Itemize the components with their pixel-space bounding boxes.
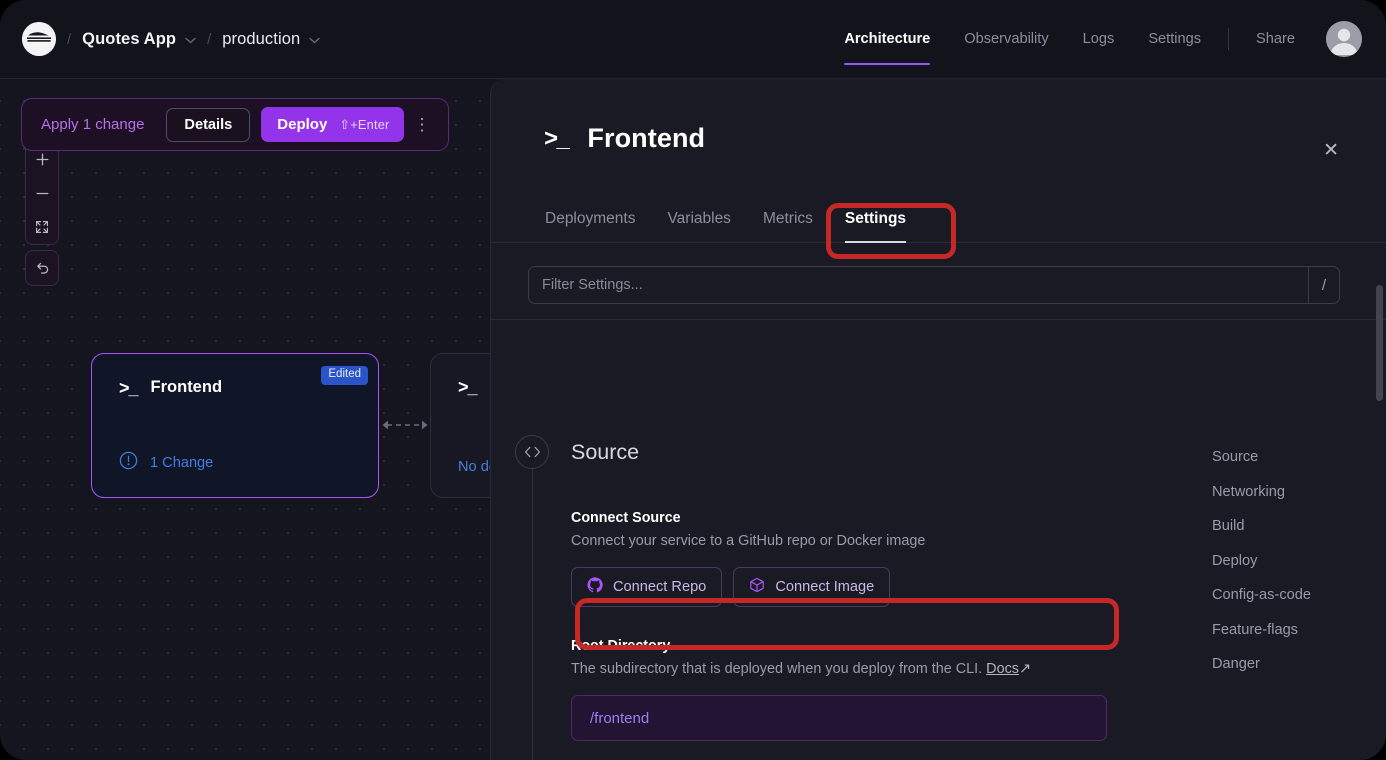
details-button[interactable]: Details xyxy=(166,107,251,142)
service-node-frontend[interactable]: Edited >_ Frontend 1 Change xyxy=(91,353,379,498)
root-directory-field: Root Directory The subdirectory that is … xyxy=(571,638,1107,741)
side-nav-item-source[interactable]: Source xyxy=(1212,449,1386,465)
connect-repo-label: Connect Repo xyxy=(613,579,707,595)
breadcrumb-project-label: Quotes App xyxy=(82,29,177,48)
breadcrumb-environment-label: production xyxy=(222,29,301,48)
tab-settings[interactable]: Settings xyxy=(829,210,922,243)
root-directory-description-text: The subdirectory that is deployed when y… xyxy=(571,661,983,677)
section-title: Source xyxy=(571,439,640,464)
terminal-icon: >_ xyxy=(119,377,139,398)
status-badge: Edited xyxy=(321,366,368,385)
connect-repo-button[interactable]: Connect Repo xyxy=(571,567,723,607)
side-nav-item-networking[interactable]: Networking xyxy=(1212,484,1386,500)
kebab-menu-icon[interactable]: ⋮ xyxy=(404,116,439,133)
apply-changes-toolbar: Apply 1 change Details Deploy ⇧+Enter ⋮ xyxy=(21,98,450,151)
side-nav-item-build[interactable]: Build xyxy=(1212,518,1386,534)
node-connection-edge xyxy=(382,420,428,430)
side-nav-item-danger[interactable]: Danger xyxy=(1212,656,1386,672)
code-brackets-icon xyxy=(515,435,549,469)
connect-source-field: Connect Source Connect your service to a… xyxy=(515,469,1107,741)
tab-deployments[interactable]: Deployments xyxy=(529,210,651,242)
breadcrumb-separator-2: / xyxy=(207,30,212,48)
nav-divider xyxy=(1228,28,1230,50)
connect-image-button[interactable]: Connect Image xyxy=(733,567,891,607)
side-nav-item-feature-flags[interactable]: Feature-flags xyxy=(1212,622,1386,638)
external-link-icon: ↗ xyxy=(1018,661,1032,677)
breadcrumb-project[interactable]: Quotes App xyxy=(82,30,196,49)
docs-link[interactable]: Docs xyxy=(986,661,1019,677)
side-nav-item-config-as-code[interactable]: Config-as-code xyxy=(1212,587,1386,603)
settings-side-nav: Source Networking Build Deploy Config-as… xyxy=(1212,320,1386,691)
connect-image-label: Connect Image xyxy=(775,579,875,595)
panel-title-row: >_ Frontend xyxy=(491,123,1386,154)
panel-content: Source Connect Source Connect your servi… xyxy=(491,320,1386,760)
app-window: / Quotes App / production Architecture O… xyxy=(0,0,1386,760)
chevron-down-icon xyxy=(309,30,320,49)
nav-item-observability[interactable]: Observability xyxy=(947,0,1065,78)
connect-source-buttons: Connect Repo Connect Image xyxy=(571,567,1107,607)
top-navigation: Architecture Observability Logs Settings… xyxy=(827,0,1362,78)
railway-logo-icon[interactable] xyxy=(22,22,56,56)
nav-item-settings[interactable]: Settings xyxy=(1131,0,1218,78)
breadcrumb-separator-1: / xyxy=(67,30,72,48)
top-header-bar: / Quotes App / production Architecture O… xyxy=(0,0,1386,79)
chevron-down-icon xyxy=(185,30,196,49)
page-title: Frontend xyxy=(587,123,706,153)
close-icon[interactable]: ✕ xyxy=(1323,141,1339,160)
deploy-button-label: Deploy xyxy=(277,116,328,133)
deploy-shortcut-hint: ⇧+Enter xyxy=(339,116,390,132)
apply-changes-label[interactable]: Apply 1 change xyxy=(22,116,166,133)
tab-variables[interactable]: Variables xyxy=(651,210,746,242)
zoom-out-button[interactable] xyxy=(26,176,58,210)
panel-scrollbar[interactable] xyxy=(1376,285,1383,401)
terminal-icon: >_ xyxy=(458,377,478,397)
tab-metrics[interactable]: Metrics xyxy=(747,210,829,242)
root-directory-description: The subdirectory that is deployed when y… xyxy=(571,661,1107,677)
side-nav-item-deploy[interactable]: Deploy xyxy=(1212,553,1386,569)
breadcrumb-environment[interactable]: production xyxy=(222,30,320,49)
filter-settings-input[interactable] xyxy=(528,266,1340,304)
nav-item-architecture[interactable]: Architecture xyxy=(827,0,947,78)
node-status-label: 1 Change xyxy=(150,455,214,471)
alert-circle-icon xyxy=(119,451,138,475)
connect-source-description: Connect your service to a GitHub repo or… xyxy=(571,533,926,549)
docker-cube-icon xyxy=(749,577,765,597)
node-name-label: Frontend xyxy=(150,378,223,396)
filter-settings-field: / xyxy=(528,266,1340,304)
terminal-icon: >_ xyxy=(544,124,570,152)
panel-header: >_ Frontend ✕ xyxy=(491,79,1386,211)
fit-view-icon[interactable] xyxy=(26,210,58,244)
filter-shortcut-hint[interactable]: / xyxy=(1308,267,1339,303)
deploy-button[interactable]: Deploy ⇧+Enter xyxy=(261,107,405,142)
share-button[interactable]: Share xyxy=(1239,0,1312,78)
undo-icon[interactable] xyxy=(26,251,58,285)
nav-item-logs[interactable]: Logs xyxy=(1066,0,1132,78)
service-detail-panel: >_ Frontend ✕ Deployments Variables Metr… xyxy=(490,79,1386,760)
settings-section-source: Source Connect Source Connect your servi… xyxy=(515,435,1107,741)
root-directory-input[interactable] xyxy=(571,695,1107,741)
root-directory-label: Root Directory xyxy=(571,638,671,654)
section-header: Source xyxy=(515,435,1107,469)
node-status-row[interactable]: 1 Change xyxy=(119,451,213,475)
canvas-undo-control xyxy=(25,250,59,286)
canvas-zoom-controls xyxy=(25,141,59,245)
section-rail xyxy=(531,440,533,760)
github-icon xyxy=(587,577,603,597)
connect-source-label: Connect Source xyxy=(571,510,681,526)
user-avatar-icon[interactable] xyxy=(1326,21,1362,57)
panel-tabs: Deployments Variables Metrics Settings xyxy=(491,196,1386,243)
